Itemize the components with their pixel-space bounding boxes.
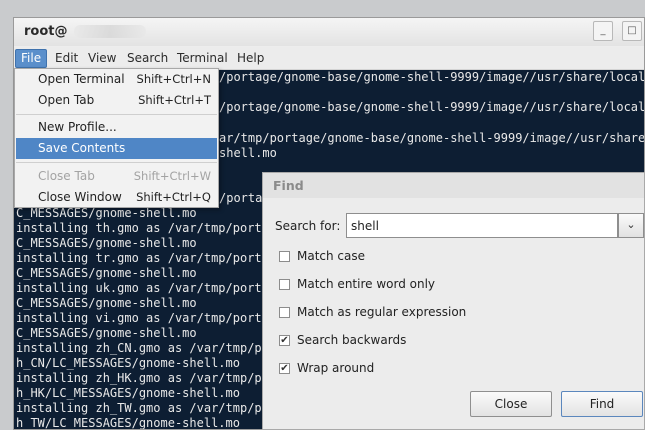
- menu-item-label: Close Window: [38, 190, 122, 204]
- find-dialog: Find Search for: ⌄ Match case Match enti…: [262, 172, 645, 430]
- terminal-line: installing th.gmo as /var/tmp/portag: [16, 221, 277, 235]
- menu-item-label: Close Tab: [38, 169, 95, 183]
- menu-item-shortcut: Shift+Ctrl+Q: [136, 190, 211, 204]
- terminal-line: C_MESSAGES/gnome-shell.mo: [16, 296, 197, 310]
- terminal-line: h_TW/LC_MESSAGES/gnome-shell.mo: [16, 416, 240, 429]
- match-regex-checkbox[interactable]: [279, 307, 290, 318]
- search-backwards-label: Search backwards: [297, 333, 407, 347]
- menu-item-label: Save Contents: [38, 141, 126, 155]
- terminal-line: h_HK/LC_MESSAGES/gnome-shell.mo: [16, 386, 240, 400]
- menu-separator: [16, 114, 217, 115]
- terminal-line: shell.mo: [219, 146, 277, 160]
- chevron-down-icon: ⌄: [626, 218, 636, 231]
- terminal-line: ar/tmp/portage/gnome-base/gnome-shell-99…: [219, 131, 644, 145]
- minimize-button[interactable]: _: [593, 21, 613, 41]
- match-case-label: Match case: [297, 249, 366, 263]
- menu-terminal[interactable]: Terminal: [172, 50, 233, 67]
- terminal-line: installing zh_TW.gmo as /var/tmp/po: [16, 401, 269, 415]
- search-input[interactable]: [346, 213, 618, 238]
- menu-file[interactable]: File: [15, 49, 48, 68]
- terminal-line: C_MESSAGES/gnome-shell.mo: [16, 236, 197, 250]
- menu-open-tab[interactable]: Open Tab Shift+Ctrl+T: [16, 90, 217, 111]
- match-case-checkbox[interactable]: [279, 251, 290, 262]
- menu-close-window[interactable]: Close Window Shift+Ctrl+Q: [16, 187, 217, 208]
- menu-item-label: Open Terminal: [38, 72, 125, 86]
- search-backwards-checkbox[interactable]: ✔: [279, 335, 290, 346]
- terminal-line: C_MESSAGES/gnome-shell.mo: [16, 326, 197, 340]
- file-menu-dropdown: Open Terminal Shift+Ctrl+N Open Tab Shif…: [14, 68, 219, 208]
- wrap-around-label: Wrap around: [297, 361, 375, 375]
- maximize-button[interactable]: □: [622, 21, 642, 41]
- terminal-line: /portage/gnome-base/gnome-shell-9999/ima…: [219, 70, 644, 84]
- terminal-line: installing zh_HK.gmo as /var/tmp/po: [16, 371, 269, 385]
- menu-bar: File Edit View Search Terminal Help: [14, 47, 644, 70]
- title-bar[interactable]: root@ _ □: [14, 18, 644, 46]
- match-regex-label: Match as regular expression: [297, 305, 467, 319]
- terminal-line: installing uk.gmo as /var/tmp/portag: [16, 281, 277, 295]
- menu-close-tab: Close Tab Shift+Ctrl+W: [16, 166, 217, 187]
- menu-edit[interactable]: Edit: [50, 50, 83, 67]
- redacted-hostname: [74, 25, 146, 38]
- terminal-line: installing zh_CN.gmo as /var/tmp/po: [16, 341, 269, 355]
- menu-save-contents[interactable]: Save Contents: [16, 138, 217, 159]
- menu-item-shortcut: Shift+Ctrl+N: [136, 72, 211, 86]
- match-entire-word-checkbox[interactable]: [279, 279, 290, 290]
- terminal-line: installing vi.gmo as /var/tmp/portag: [16, 311, 277, 325]
- menu-search[interactable]: Search: [122, 50, 173, 67]
- terminal-line: C_MESSAGES/gnome-shell.mo: [16, 206, 197, 220]
- search-history-dropdown-button[interactable]: ⌄: [618, 213, 644, 238]
- menu-view[interactable]: View: [83, 50, 121, 67]
- wrap-around-checkbox[interactable]: ✔: [279, 363, 290, 374]
- menu-open-terminal[interactable]: Open Terminal Shift+Ctrl+N: [16, 69, 217, 90]
- menu-item-shortcut: Shift+Ctrl+W: [133, 169, 211, 183]
- menu-separator: [16, 162, 217, 163]
- menu-help[interactable]: Help: [232, 50, 269, 67]
- terminal-line: /portage/gnome-base/gnome-shell-9999/ima…: [219, 100, 644, 114]
- find-button[interactable]: Find: [561, 391, 643, 417]
- menu-item-shortcut: Shift+Ctrl+T: [138, 93, 211, 107]
- find-dialog-title: Find: [273, 178, 304, 193]
- terminal-line: installing tr.gmo as /var/tmp/portag: [16, 251, 277, 265]
- close-button[interactable]: Close: [470, 391, 552, 417]
- search-for-label: Search for:: [275, 219, 341, 233]
- window-title: root@: [24, 24, 68, 39]
- find-dialog-title-bar[interactable]: Find: [263, 173, 644, 198]
- menu-item-label: New Profile...: [38, 120, 117, 134]
- terminal-line: C_MESSAGES/gnome-shell.mo: [16, 266, 197, 280]
- match-entire-word-label: Match entire word only: [297, 277, 436, 291]
- terminal-line: h_CN/LC_MESSAGES/gnome-shell.mo: [16, 356, 240, 370]
- menu-new-profile[interactable]: New Profile...: [16, 117, 217, 138]
- menu-item-label: Open Tab: [38, 93, 95, 107]
